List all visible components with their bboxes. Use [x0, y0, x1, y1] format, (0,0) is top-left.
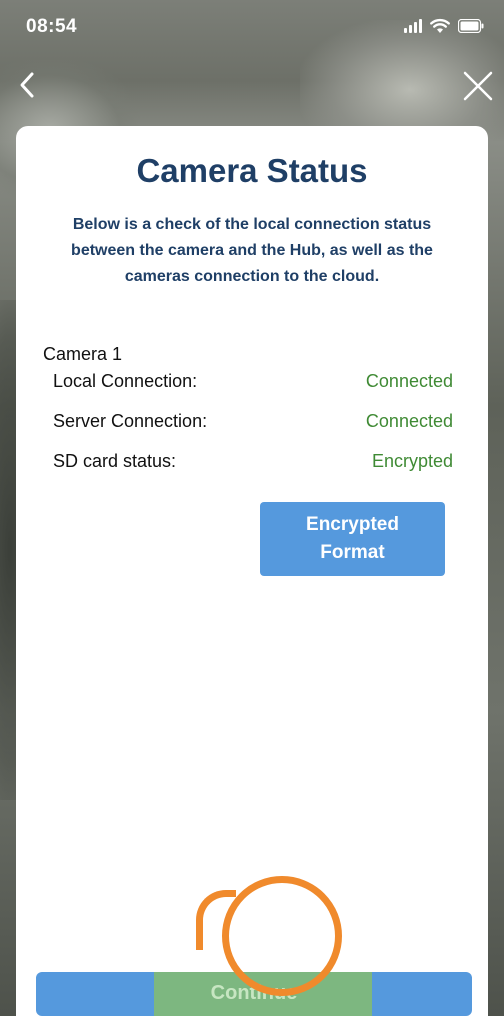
screen: 08:54 Camera Status Below is a check of … [0, 0, 504, 1016]
status-row-server-connection: Server Connection: Connected [53, 411, 453, 435]
status-bar: 08:54 [0, 0, 504, 56]
status-label: Local Connection: [53, 371, 198, 391]
description-text: Below is a check of the local connection… [71, 216, 433, 285]
encrypted-format-button[interactable]: Encrypted Format [260, 502, 445, 576]
cellular-signal-icon [404, 19, 422, 33]
status-label: Server Connection: [53, 411, 208, 431]
status-time: 08:54 [26, 16, 78, 37]
page-title: Camera Status [136, 152, 368, 189]
encrypted-format-button-label: Encrypted Format [306, 514, 399, 563]
status-row-local-connection: Local Connection: Connected [53, 371, 453, 395]
status-label: SD card status: [53, 451, 177, 471]
wifi-icon [430, 18, 450, 33]
status-icons [404, 16, 484, 36]
back-button[interactable] [10, 68, 44, 102]
status-value: Connected [365, 411, 453, 431]
status-value: Connected [365, 371, 453, 391]
battery-icon [458, 19, 484, 33]
close-icon [463, 71, 493, 101]
navigation-bar [0, 60, 504, 110]
close-button[interactable] [458, 66, 498, 106]
chevron-left-icon [20, 72, 34, 98]
tap-indicator [222, 876, 342, 996]
camera-name: Camera 1 [43, 344, 123, 364]
status-value: Encrypted [371, 451, 453, 471]
status-row-sd-card: SD card status: Encrypted [53, 451, 453, 475]
